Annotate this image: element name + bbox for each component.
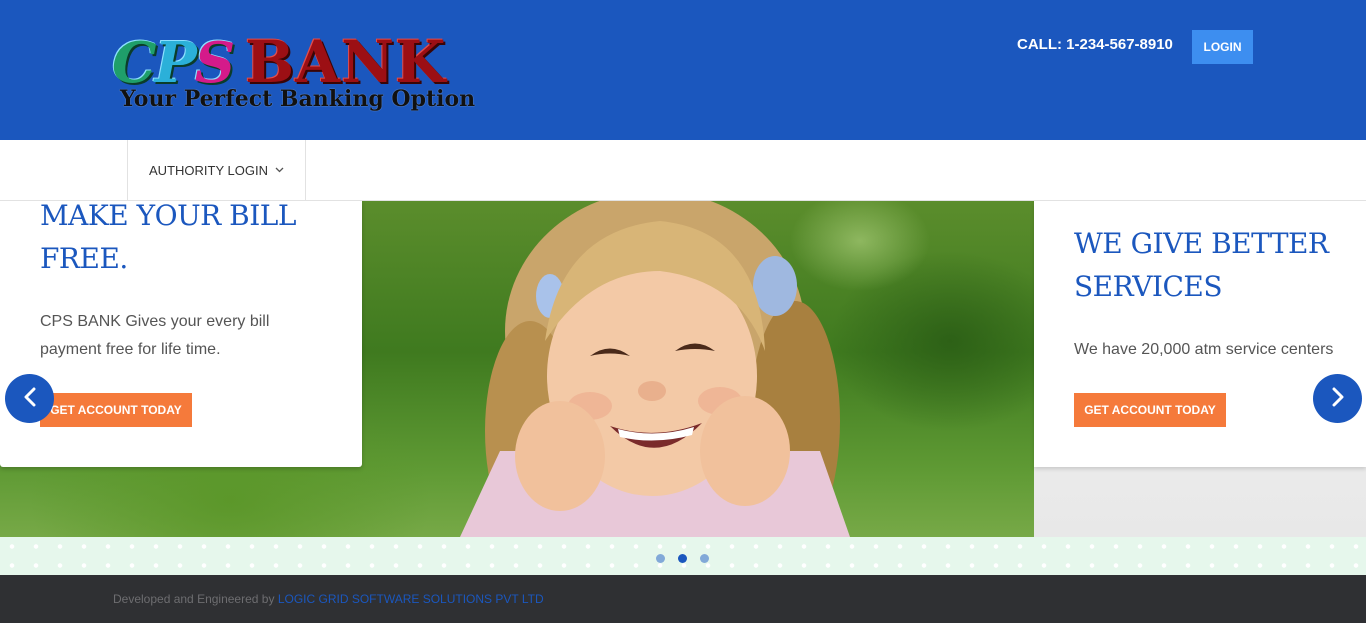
- logo[interactable]: CPS BANK Your Perfect Banking Option: [112, 28, 476, 120]
- slide-title: WE GIVE BETTER SERVICES: [1074, 227, 1329, 303]
- nav-item-label: AUTHORITY LOGIN: [149, 162, 268, 178]
- get-account-button[interactable]: GET ACCOUNT TODAY: [40, 393, 192, 427]
- chevron-right-icon: [1331, 387, 1345, 411]
- site-footer: Developed and Engineered by LOGIC GRID S…: [0, 575, 1366, 623]
- footer-credit-prefix: Developed and Engineered by: [113, 592, 275, 606]
- get-account-button[interactable]: GET ACCOUNT TODAY: [1074, 393, 1226, 427]
- slider-dot[interactable]: [656, 554, 665, 563]
- slider-next-button[interactable]: [1313, 374, 1362, 423]
- slider-prev-button[interactable]: [5, 374, 54, 423]
- footer-company-link[interactable]: LOGIC GRID SOFTWARE SOLUTIONS PVT LTD: [278, 592, 544, 606]
- login-button[interactable]: LOGIN: [1192, 30, 1253, 64]
- footer-credit: Developed and Engineered by LOGIC GRID S…: [113, 592, 544, 606]
- chevron-left-icon: [23, 387, 37, 411]
- nav-item-authority-login[interactable]: AUTHORITY LOGIN: [127, 140, 306, 200]
- chevron-down-icon: [275, 165, 284, 176]
- slide-card-right: WE GIVE BETTER SERVICES We have 20,000 a…: [1034, 201, 1366, 467]
- slide-text: CPS BANK Gives your every bill payment f…: [40, 313, 270, 358]
- slider-dot[interactable]: [700, 554, 709, 563]
- slide-text: We have 20,000 atm service centers: [1074, 341, 1334, 358]
- slider-dot-active[interactable]: [678, 554, 687, 563]
- slide-title: MAKE YOUR BILL FREE.: [40, 201, 297, 275]
- girl-image: [460, 201, 850, 537]
- site-header: CPS BANK Your Perfect Banking Option CALL…: [0, 0, 1366, 140]
- call-number: CALL: 1-234-567-8910: [1017, 36, 1173, 53]
- slider-pagination: [656, 554, 709, 563]
- slide-card-left: MAKE YOUR BILL FREE. CPS BANK Gives your…: [0, 201, 362, 467]
- logo-tagline: Your Perfect Banking Option: [120, 86, 476, 112]
- hero-slider: MAKE YOUR BILL FREE. CPS BANK Gives your…: [0, 201, 1366, 537]
- logo-wordmark: CPS BANK: [112, 28, 447, 96]
- main-nav: AUTHORITY LOGIN: [0, 140, 1366, 201]
